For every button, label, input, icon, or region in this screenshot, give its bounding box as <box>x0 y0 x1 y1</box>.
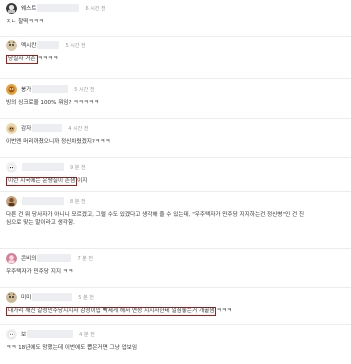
comment-text: ㅋㅋ 18년에도 망했는데 이번에도 뽑은거면 그냥 업보임 <box>6 345 138 351</box>
profile-avatar-dog-icon[interactable] <box>6 122 17 134</box>
blurred-username <box>37 4 80 12</box>
comment-time: 5 시간 전 <box>74 86 95 93</box>
comment-text: ㅈㄴ 찰떡ㅋㅋㅋ <box>6 19 44 25</box>
comment-author[interactable]: 미미 <box>21 293 31 301</box>
comment-author[interactable]: 콘비의 <box>21 254 36 262</box>
blurred-username <box>22 163 64 171</box>
comment-text: 빙의 싱크로율 100% 뭐임? ㅋㅋㅋㅋㅋ <box>6 100 99 106</box>
blurred-username <box>22 197 64 205</box>
blurred-username <box>27 330 74 338</box>
comment-time: 6 시간 전 <box>85 5 106 12</box>
comment-time: 7 분 전 <box>77 255 94 262</box>
comment-time: 5 분 전 <box>78 294 94 301</box>
profile-avatar-person-icon[interactable] <box>6 195 17 207</box>
comment-author[interactable]: 멕시칸 <box>21 41 36 49</box>
comment-text: 이런 시국에는 운땡칠이 존잼 이지 <box>6 177 345 186</box>
divider <box>0 248 351 249</box>
comment-time: 5 시간 전 <box>65 42 86 49</box>
comment-text-rest: ㅋㅋㅋ <box>216 308 232 314</box>
comment-time: 4 분 전 <box>79 331 95 338</box>
comment-time: 4 시간 전 <box>68 125 89 132</box>
comment-text: 대가리 깨진 갈성민주당지지자 감정이입 빡세게 해서 연성 지지자한테 일침놓… <box>6 307 345 316</box>
comment-text-rest: 이지 <box>77 178 88 184</box>
comment-text: 이번엔 머리까졌으니까 정신차렸겠지?ㅋㅋㅋ <box>6 139 111 145</box>
blurred-username <box>32 85 69 93</box>
comment-item: 8 분 전 다른 건 뭐 당사자가 아니니 모르겠고, 그럴 수도 있겠다고 생… <box>6 195 345 227</box>
highlighted-text: 이런 시국에는 운땡칠이 존잼 <box>6 177 78 186</box>
comment-author[interactable]: 감자 <box>21 124 31 132</box>
comment-item: 감자 4 시간 전 이번엔 머리까졌으니까 정신차렸겠지?ㅋㅋㅋ <box>6 122 345 146</box>
divider <box>0 157 351 158</box>
highlighted-text: 대가리 깨진 갈성민주당지지자 감정이입 빡세게 해서 연성 지지자한테 일침놓… <box>6 307 217 316</box>
comment-time: 8 분 전 <box>70 198 86 205</box>
comment-item: 웨스트 6 시간 전 ㅈㄴ 찰떡ㅋㅋㅋ <box>6 2 345 26</box>
profile-avatar-white-icon[interactable] <box>6 328 17 340</box>
comment-author[interactable]: 붕가 <box>21 85 31 93</box>
profile-avatar-cat-icon[interactable] <box>6 291 17 303</box>
blurred-username <box>32 293 73 301</box>
blurred-username <box>37 254 72 262</box>
divider <box>0 78 351 79</box>
comment-text: 우주택자가 민주당 지지 ㅋㅋ <box>6 269 74 275</box>
comment-item: 보 4 분 전 ㅋㅋ 18년에도 망했는데 이번에도 뽑은거면 그냥 업보임 <box>6 328 345 352</box>
comment-item: 붕가 5 시간 전 빙의 싱크로율 100% 뭐임? ㅋㅋㅋㅋㅋ <box>6 83 345 107</box>
comment-author[interactable]: 웨스트 <box>21 4 36 12</box>
comment-item: 멕시칸 5 시간 전 당실자 거존 ㅋㅋㅋㅋ <box>6 39 345 64</box>
divider <box>0 324 351 325</box>
profile-avatar-pink-icon[interactable] <box>6 252 17 264</box>
highlighted-text: 당실자 거존 <box>6 55 38 64</box>
profile-avatar-cat-icon[interactable] <box>6 39 17 51</box>
comment-item: 9 분 전 이런 시국에는 운땡칠이 존잼 이지 <box>6 161 345 186</box>
profile-avatar-bw-icon[interactable] <box>6 2 17 14</box>
blurred-username <box>37 41 60 49</box>
blurred-username <box>32 124 63 132</box>
comment-author[interactable]: 보 <box>21 330 26 338</box>
divider <box>0 191 351 192</box>
comment-item: 콘비의 7 분 전 우주택자가 민주당 지지 ㅋㅋ <box>6 252 345 276</box>
comment-item: 미미 5 분 전 대가리 깨진 갈성민주당지지자 감정이입 빡세게 해서 연성 … <box>6 291 345 316</box>
profile-avatar-orange-icon[interactable] <box>6 83 17 95</box>
comment-feed: 웨스트 6 시간 전 ㅈㄴ 찰떡ㅋㅋㅋ 멕시칸 5 시간 전 당실자 거존 ㅋㅋㅋ… <box>0 0 351 364</box>
comment-time: 9 분 전 <box>70 164 86 171</box>
comment-text-rest: ㅋㅋㅋㅋ <box>37 56 59 62</box>
divider <box>0 118 351 119</box>
comment-text: 다른 건 뭐 당사자가 아니니 모르겠고, 그럴 수도 있겠다고 생각해 줄 수… <box>6 212 305 226</box>
divider <box>0 287 351 288</box>
divider <box>0 36 351 37</box>
profile-avatar-dog-white-icon[interactable] <box>6 161 17 173</box>
comment-text: 당실자 거존 ㅋㅋㅋㅋ <box>6 55 345 64</box>
